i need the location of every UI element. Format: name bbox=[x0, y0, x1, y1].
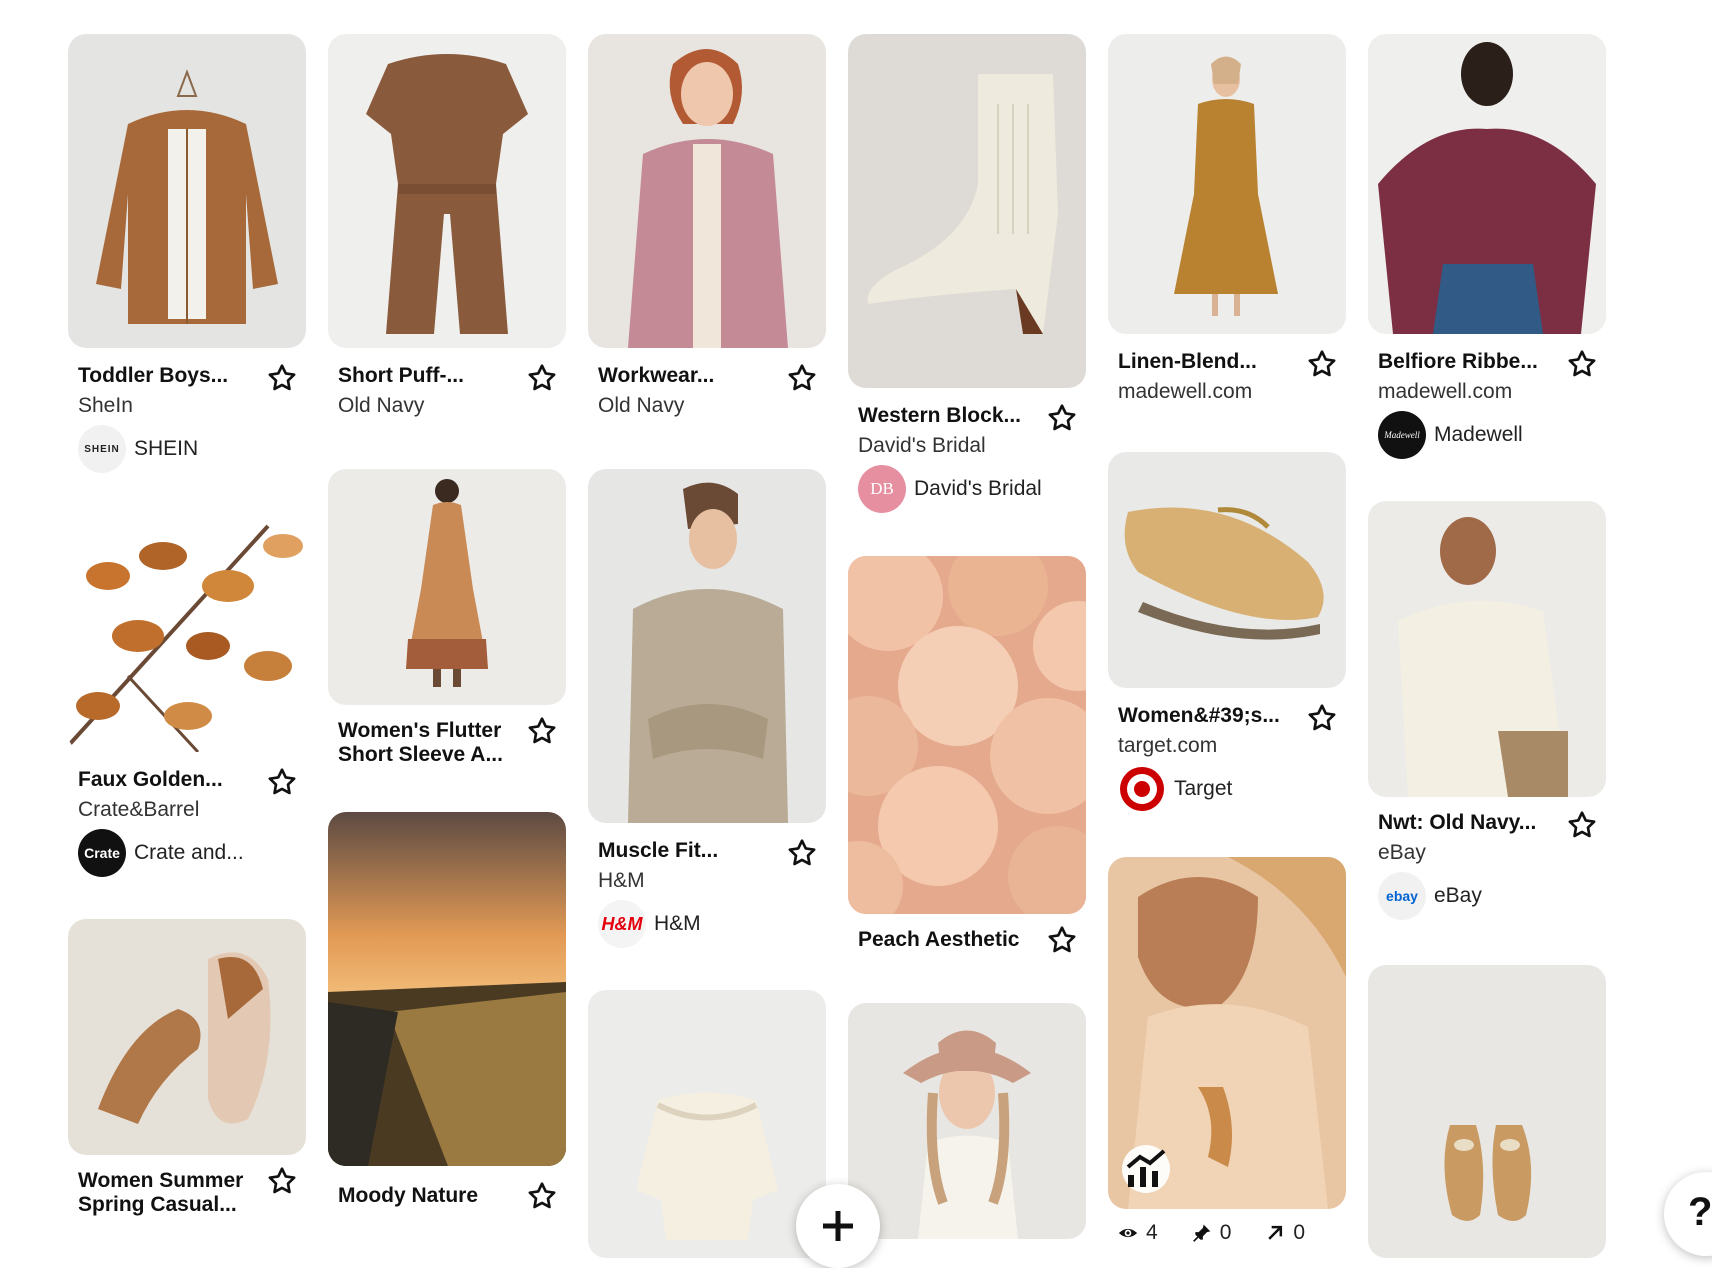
hm-logo: H&M bbox=[598, 900, 646, 948]
pin-source[interactable]: Target bbox=[1118, 764, 1232, 814]
pin-image[interactable] bbox=[848, 1003, 1086, 1239]
saves-stat: 0 bbox=[1192, 1221, 1231, 1245]
davids-bridal-logo: DB bbox=[858, 465, 906, 513]
pin-icon bbox=[1192, 1224, 1211, 1242]
star-icon[interactable] bbox=[1306, 702, 1338, 734]
pin-image[interactable] bbox=[848, 556, 1086, 914]
pin-source[interactable]: SHEIN SHEIN bbox=[78, 424, 198, 474]
crate-logo: Crate bbox=[78, 829, 126, 877]
arrow-up-right-icon bbox=[1268, 1225, 1283, 1240]
pin-image[interactable] bbox=[68, 919, 306, 1155]
help-button[interactable]: ? bbox=[1664, 1172, 1712, 1256]
star-icon[interactable] bbox=[266, 362, 298, 394]
pin-card[interactable]: Western Block... David's Bridal DB David… bbox=[848, 34, 1086, 514]
star-icon[interactable] bbox=[786, 362, 818, 394]
star-icon[interactable] bbox=[1566, 348, 1598, 380]
pin-source[interactable]: DB David's Bridal bbox=[858, 464, 1042, 514]
pin-card[interactable]: Muscle Fit... H&M H&M H&M bbox=[588, 469, 826, 949]
pin-domain[interactable]: madewell.com bbox=[1378, 380, 1512, 404]
star-icon[interactable] bbox=[1566, 809, 1598, 841]
pin-domain[interactable]: H&M bbox=[598, 869, 645, 893]
star-icon[interactable] bbox=[526, 362, 558, 394]
pin-image[interactable] bbox=[1108, 857, 1346, 1209]
pin-image[interactable] bbox=[1108, 34, 1346, 334]
pin-image[interactable] bbox=[68, 34, 306, 348]
pin-title[interactable]: Muscle Fit... bbox=[598, 839, 778, 863]
pin-image[interactable] bbox=[588, 34, 826, 348]
pin-card[interactable] bbox=[588, 990, 826, 1258]
pin-domain[interactable]: Old Navy bbox=[598, 394, 684, 418]
pin-image[interactable] bbox=[1368, 501, 1606, 797]
pin-title[interactable]: Women Summer Spring Casual... bbox=[78, 1169, 254, 1217]
pin-card[interactable]: 4 0 0 bbox=[1108, 857, 1346, 1258]
pin-card[interactable]: Nwt: Old Navy... eBay ebay eBay bbox=[1368, 501, 1606, 941]
outbound-stat: 0 bbox=[1265, 1221, 1305, 1245]
pin-title[interactable]: Peach Aesthetic bbox=[858, 928, 1058, 952]
pin-domain[interactable]: eBay bbox=[1378, 841, 1426, 865]
madewell-logo: Madewell bbox=[1378, 411, 1426, 459]
star-icon[interactable] bbox=[1046, 924, 1078, 956]
plus-icon bbox=[823, 1211, 853, 1241]
pin-title[interactable]: Linen-Blend... bbox=[1118, 350, 1298, 374]
pin-source[interactable]: Madewell Madewell bbox=[1378, 410, 1523, 460]
pin-card[interactable]: Linen-Blend... madewell.com bbox=[1108, 34, 1346, 414]
star-icon[interactable] bbox=[1046, 402, 1078, 434]
star-icon[interactable] bbox=[266, 766, 298, 798]
pin-source[interactable]: Crate Crate and... bbox=[78, 828, 244, 878]
star-icon[interactable] bbox=[526, 1180, 558, 1212]
pin-card[interactable]: Women's Flutter Short Sleeve A... bbox=[328, 469, 566, 769]
pin-domain[interactable]: Old Navy bbox=[338, 394, 424, 418]
pin-image[interactable] bbox=[588, 990, 826, 1258]
pin-title[interactable]: Moody Nature bbox=[338, 1184, 518, 1208]
pin-domain[interactable]: David's Bridal bbox=[858, 434, 986, 458]
pin-card[interactable]: Women&#39;s... target.com Target bbox=[1108, 452, 1346, 832]
pin-source[interactable]: H&M H&M bbox=[598, 899, 701, 949]
pin-image[interactable] bbox=[68, 516, 306, 752]
star-icon[interactable] bbox=[526, 715, 558, 747]
pin-card[interactable]: Toddler Boys... SheIn SHEIN SHEIN bbox=[68, 34, 306, 474]
star-icon[interactable] bbox=[1306, 348, 1338, 380]
pin-image[interactable] bbox=[1108, 452, 1346, 688]
pin-image[interactable] bbox=[848, 34, 1086, 388]
star-icon[interactable] bbox=[266, 1165, 298, 1197]
pin-title[interactable]: Faux Golden... bbox=[78, 768, 258, 792]
pin-card[interactable]: Belfiore Ribbe... madewell.com Madewell … bbox=[1368, 34, 1606, 464]
pin-title[interactable]: Toddler Boys... bbox=[78, 364, 258, 388]
pin-stats: 4 0 0 bbox=[1118, 1221, 1305, 1245]
target-logo bbox=[1118, 765, 1166, 813]
star-icon[interactable] bbox=[786, 837, 818, 869]
pin-card[interactable]: Workwear... Old Navy bbox=[588, 34, 826, 434]
analytics-icon[interactable] bbox=[1122, 1145, 1170, 1193]
pin-card[interactable]: Faux Golden... Crate&Barrel Crate Crate … bbox=[68, 516, 306, 878]
pin-image[interactable] bbox=[1368, 34, 1606, 334]
pin-title[interactable]: Short Puff-... bbox=[338, 364, 518, 388]
pin-image[interactable] bbox=[588, 469, 826, 823]
pin-image[interactable] bbox=[328, 469, 566, 705]
pin-title[interactable]: Belfiore Ribbe... bbox=[1378, 350, 1558, 374]
pin-title[interactable]: Women&#39;s... bbox=[1118, 704, 1298, 728]
pin-domain[interactable]: madewell.com bbox=[1118, 380, 1252, 404]
pin-image[interactable] bbox=[328, 34, 566, 348]
pin-card[interactable] bbox=[1368, 965, 1606, 1258]
pin-domain[interactable]: Crate&Barrel bbox=[78, 798, 199, 822]
pin-card[interactable]: Moody Nature bbox=[328, 812, 566, 1212]
pin-image[interactable] bbox=[328, 812, 566, 1166]
add-button[interactable] bbox=[796, 1184, 880, 1268]
pin-source[interactable]: ebay eBay bbox=[1378, 871, 1482, 921]
pin-title[interactable]: Women's Flutter Short Sleeve A... bbox=[338, 719, 514, 767]
pin-domain[interactable]: target.com bbox=[1118, 734, 1217, 758]
eye-icon bbox=[1118, 1228, 1138, 1238]
ebay-logo: ebay bbox=[1378, 872, 1426, 920]
pin-title[interactable]: Nwt: Old Navy... bbox=[1378, 811, 1558, 835]
pin-title[interactable]: Workwear... bbox=[598, 364, 778, 388]
shein-logo: SHEIN bbox=[78, 425, 126, 473]
pin-card[interactable]: Women Summer Spring Casual... bbox=[68, 919, 306, 1219]
pin-card[interactable] bbox=[848, 1003, 1086, 1258]
pin-domain[interactable]: SheIn bbox=[78, 394, 133, 418]
pin-card[interactable]: Peach Aesthetic bbox=[848, 556, 1086, 956]
pin-title[interactable]: Western Block... bbox=[858, 404, 1038, 428]
pin-image[interactable] bbox=[1368, 965, 1606, 1258]
views-stat: 4 bbox=[1118, 1221, 1158, 1245]
pin-card[interactable]: Short Puff-... Old Navy bbox=[328, 34, 566, 434]
